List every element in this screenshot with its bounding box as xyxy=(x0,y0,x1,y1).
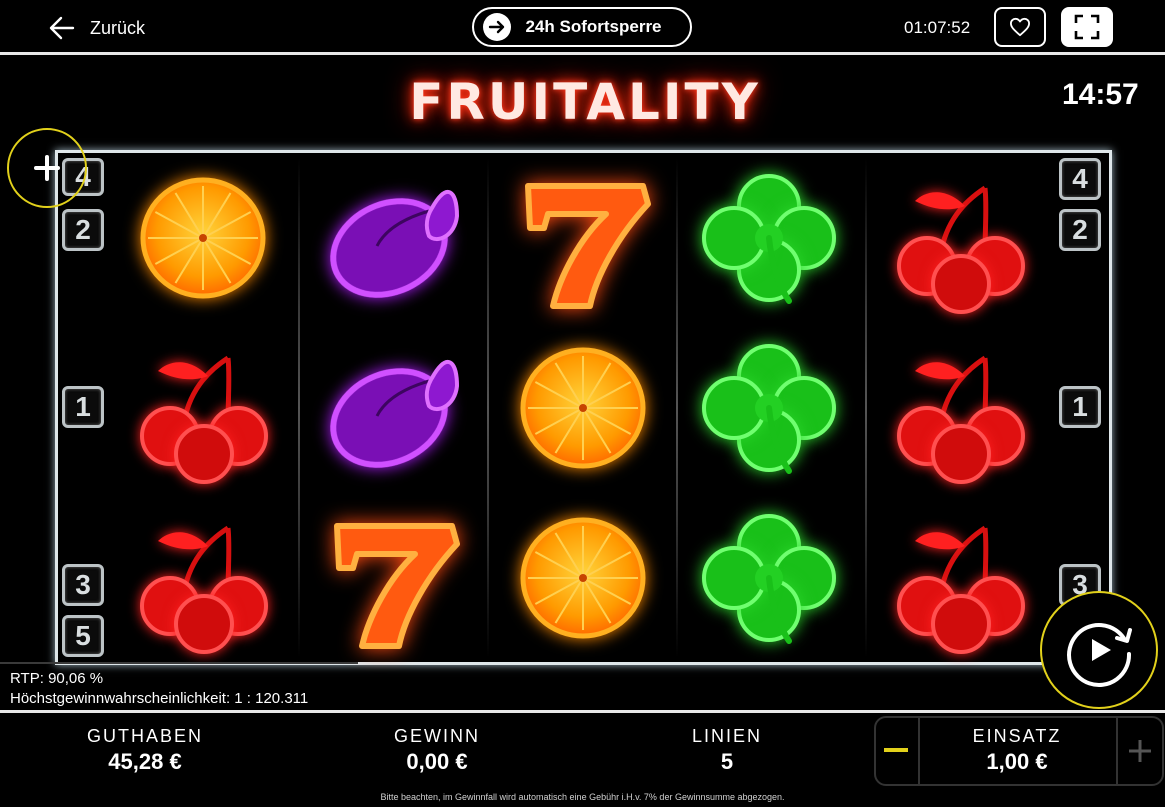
stake: EINSATZ 1,00 € xyxy=(942,726,1092,775)
game-title: FRUITALITY xyxy=(409,73,761,131)
cherry-symbol xyxy=(885,166,1035,316)
cherry-icon xyxy=(897,525,1025,654)
payline-badge-left: 5 xyxy=(62,615,104,657)
payline-badge-left: 2 xyxy=(62,209,104,251)
cherry-symbol xyxy=(128,336,278,486)
orange-icon xyxy=(140,177,266,299)
bottom-bar: GUTHABEN 45,28 € GEWINN 0,00 € LINIEN 5 … xyxy=(0,716,1165,807)
reel-separator xyxy=(865,158,867,658)
clover-icon xyxy=(702,344,836,474)
back-button[interactable]: Zurück xyxy=(48,14,145,42)
plum-symbol xyxy=(317,166,467,316)
payline-badge-right: 2 xyxy=(1059,209,1101,251)
spin-icon xyxy=(1067,623,1132,687)
payline-badge-right: 4 xyxy=(1059,158,1101,200)
cherry-icon xyxy=(140,525,268,654)
arrow-right-icon xyxy=(483,13,511,41)
orange-symbol xyxy=(508,336,658,486)
stake-value: 1,00 € xyxy=(986,749,1048,774)
game-timer: 14:57 xyxy=(1062,78,1139,111)
win: GEWINN 0,00 € xyxy=(362,726,512,775)
orange-icon xyxy=(520,517,646,639)
fullscreen-button[interactable] xyxy=(1061,7,1113,47)
expand-menu-button[interactable] xyxy=(7,128,87,208)
top-bar: Zurück 24h Sofortsperre 01:07:52 xyxy=(0,0,1165,55)
game-logo: FRUITALITY xyxy=(350,72,820,132)
stake-decrease-button[interactable] xyxy=(874,716,920,786)
arrow-left-icon xyxy=(49,16,75,40)
win-label: GEWINN xyxy=(394,726,480,746)
payline-badge-left: 3 xyxy=(62,564,104,606)
fee-notice: Bitte beachten, im Gewinnfall wird autom… xyxy=(380,792,785,802)
plum-icon xyxy=(330,360,460,468)
session-clock: 01:07:52 xyxy=(904,18,971,37)
seven-icon xyxy=(525,183,651,309)
clover-symbol xyxy=(694,336,844,486)
plus-icon xyxy=(34,155,60,181)
seven-symbol xyxy=(317,506,467,656)
lines-label: LINIEN xyxy=(691,726,763,746)
stake-increase-button[interactable] xyxy=(1116,716,1162,786)
cherry-symbol xyxy=(885,336,1035,486)
payline-badge-left: 1 xyxy=(62,386,104,428)
fullscreen-icon xyxy=(1074,14,1100,40)
max-win-probability: Höchstgewinnwahrscheinlichkeit: 1 : 120.… xyxy=(10,690,309,707)
orange-symbol xyxy=(508,506,658,656)
seven-symbol xyxy=(508,166,658,316)
cherry-icon xyxy=(897,355,1025,484)
reel-separator xyxy=(298,158,300,658)
win-value: 0,00 € xyxy=(406,749,468,774)
plum-icon xyxy=(330,190,460,298)
cherry-icon xyxy=(140,355,268,484)
favorite-button[interactable] xyxy=(994,7,1046,47)
back-label: Zurück xyxy=(90,17,146,38)
info-divider xyxy=(0,662,358,664)
clover-symbol xyxy=(694,506,844,656)
heart-icon xyxy=(1010,17,1030,37)
seven-icon xyxy=(334,523,460,649)
cherry-symbol xyxy=(885,506,1035,656)
clover-symbol xyxy=(694,166,844,316)
balance: GUTHABEN 45,28 € xyxy=(70,726,220,775)
game-area: FRUITALITY 14:57 4 2 1 3 5 4 2 1 3 RTP: … xyxy=(0,58,1165,713)
clover-icon xyxy=(702,514,836,644)
clover-icon xyxy=(702,174,836,304)
orange-icon xyxy=(520,347,646,469)
orange-symbol xyxy=(128,166,278,316)
instant-block-button[interactable]: 24h Sofortsperre xyxy=(472,7,692,47)
balance-value: 45,28 € xyxy=(108,749,182,774)
rtp-info: RTP: 90,06 % Höchstgewinnwahrscheinlichk… xyxy=(10,669,308,709)
reel-separator xyxy=(487,158,489,658)
lines: LINIEN 5 xyxy=(652,726,802,775)
instant-block-label: 24h Sofortsperre xyxy=(525,17,662,36)
reel-separator xyxy=(676,158,678,658)
rtp-value: RTP: 90,06 % xyxy=(10,670,104,687)
cherry-icon xyxy=(897,185,1025,314)
plus-icon xyxy=(1129,740,1151,762)
cherry-symbol xyxy=(128,506,278,656)
spin-button[interactable] xyxy=(1040,591,1158,709)
payline-badge-right: 1 xyxy=(1059,386,1101,428)
plum-symbol xyxy=(317,336,467,486)
minus-icon xyxy=(884,748,908,752)
balance-label: GUTHABEN xyxy=(86,726,203,746)
stake-label: EINSATZ xyxy=(972,726,1062,746)
lines-value: 5 xyxy=(720,749,734,774)
